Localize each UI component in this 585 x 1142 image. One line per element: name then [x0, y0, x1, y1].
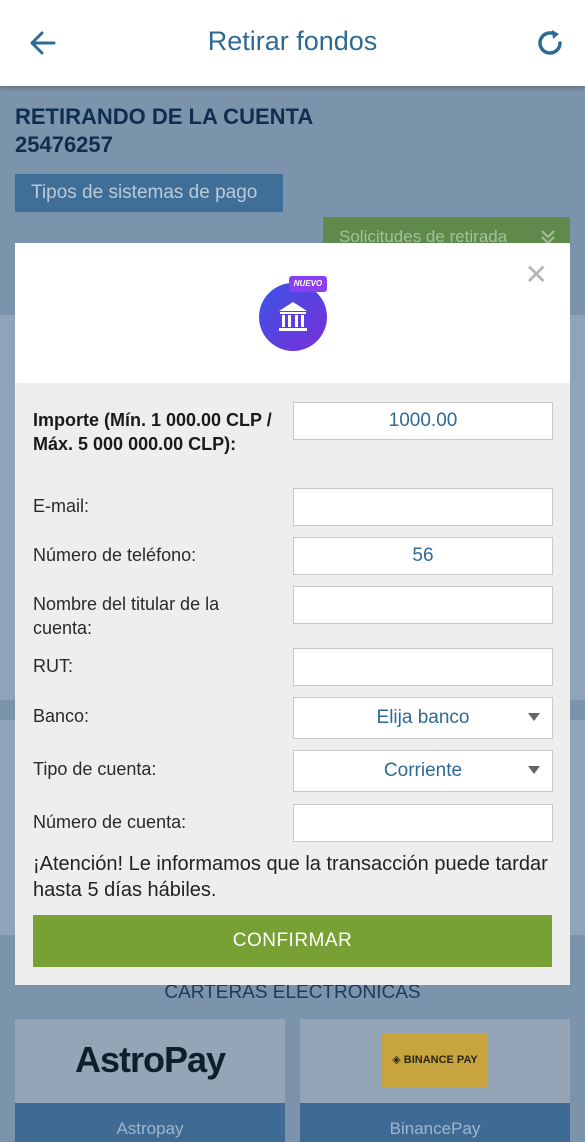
account-number-label: Número de cuenta:	[33, 812, 187, 832]
phone-field[interactable]: 56	[293, 537, 553, 575]
bank-select-value: Elija banco	[376, 707, 470, 728]
email-field[interactable]	[293, 488, 553, 526]
account-number-field[interactable]	[293, 804, 553, 842]
wallets-section-title: CARTERAS ELECTRONICAS	[164, 982, 421, 1003]
refresh-icon[interactable]	[533, 26, 567, 60]
account-type-value: Corriente	[383, 760, 463, 781]
payment-types-button[interactable]: Tipos de sistemas de pago	[15, 174, 283, 212]
wallet-logo-area: ◈ BINANCE PAY	[300, 1019, 570, 1103]
page-title: Retirar fondos	[207, 26, 378, 56]
dropdown-caret-icon	[528, 713, 540, 721]
phone-label: Número de teléfono:	[33, 545, 197, 565]
astropay-logo: AstroPay	[74, 1039, 226, 1080]
close-icon[interactable]: ✕	[525, 261, 548, 289]
binance-pay-logo: ◈ BINANCE PAY	[382, 1034, 488, 1087]
app-header: Retirar fondos	[0, 0, 585, 86]
modal-header: ✕ NUEVO	[15, 243, 570, 383]
bank-label: Banco:	[33, 706, 90, 726]
holder-field[interactable]	[293, 586, 553, 624]
amount-input[interactable]: 1000.00	[293, 402, 553, 440]
wallet-card-binancepay[interactable]: ◈ BINANCE PAY BinancePay	[300, 1019, 570, 1142]
rut-label: RUT:	[33, 656, 73, 676]
rut-field[interactable]	[293, 648, 553, 686]
confirm-button[interactable]: CONFIRMAR	[33, 915, 552, 967]
bank-icon	[279, 302, 307, 331]
account-heading: RETIRANDO DE LA CUENTA 25476257	[15, 103, 313, 159]
withdraw-form-modal: ✕ NUEVO Importe (Mín. 1 000.00 CLP / Máx…	[15, 243, 570, 985]
holder-label: Nombre del titular de la cuenta:	[33, 594, 220, 638]
account-type-select[interactable]: Corriente	[293, 750, 553, 792]
dropdown-caret-icon	[528, 766, 540, 774]
wallet-name: BinancePay	[300, 1103, 570, 1142]
account-number: 25476257	[15, 132, 113, 157]
account-heading-line1: RETIRANDO DE LA CUENTA	[15, 104, 314, 129]
wallet-card-astropay[interactable]: AstroPay Astropay	[15, 1019, 285, 1142]
email-label: E-mail:	[33, 496, 90, 516]
account-type-label: Tipo de cuenta:	[33, 759, 157, 779]
bank-transfer-logo	[259, 283, 327, 351]
bank-select[interactable]: Elija banco	[293, 697, 553, 739]
attention-notice: ¡Atención! Le informamos que la transacc…	[33, 853, 548, 901]
wallet-name: Astropay	[15, 1103, 285, 1142]
wallet-logo-area: AstroPay	[15, 1019, 285, 1103]
new-badge: NUEVO	[289, 276, 327, 292]
amount-label: Importe (Mín. 1 000.00 CLP / Máx. 5 000 …	[33, 410, 272, 454]
